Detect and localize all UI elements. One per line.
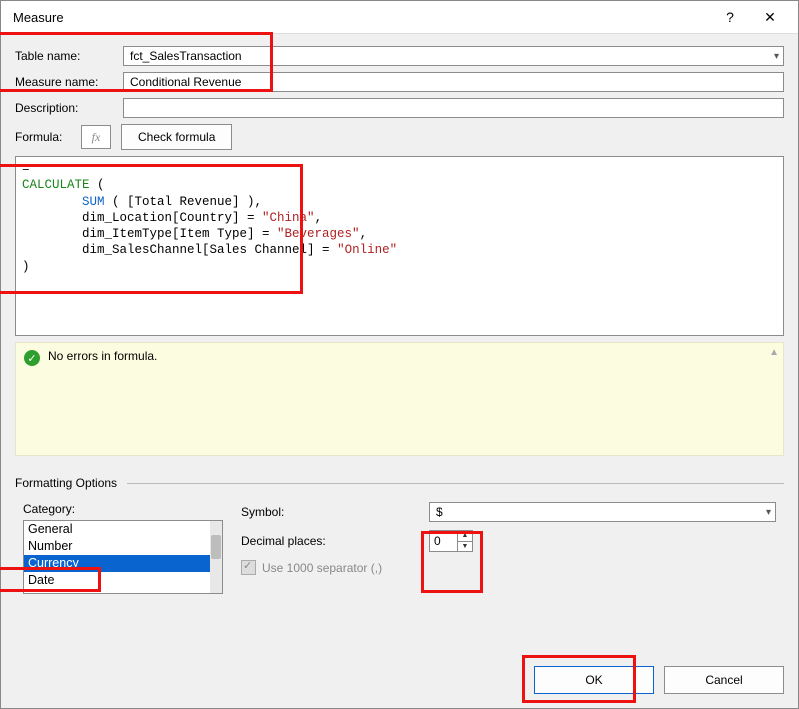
symbol-value: $ (436, 505, 443, 519)
divider (127, 483, 784, 484)
thousand-separator-label: Use 1000 separator (,) (262, 561, 382, 575)
decimal-row: Decimal places: 0 ▲ ▼ (241, 530, 776, 552)
category-column: Category: General Number Currency Date (23, 502, 223, 594)
validation-box: ✓ No errors in formula. ▲ (15, 342, 784, 456)
formatting-section-title: Formatting Options (15, 476, 117, 490)
table-name-value: fct_SalesTransaction (130, 49, 242, 63)
formula-editor[interactable]: = CALCULATE ( SUM ( [Total Revenue] ), d… (15, 156, 784, 336)
table-name-select[interactable]: fct_SalesTransaction ▾ (123, 46, 784, 66)
check-formula-button[interactable]: Check formula (121, 124, 232, 150)
close-button[interactable]: ✕ (750, 3, 790, 31)
spinner-up-icon[interactable]: ▲ (458, 531, 472, 542)
table-name-row: Table name: fct_SalesTransaction ▾ (15, 46, 784, 66)
scroll-up-icon[interactable]: ▲ (769, 347, 779, 358)
formatting-section: Formatting Options (15, 476, 784, 490)
measure-name-label: Measure name: (15, 75, 115, 89)
chevron-down-icon: ▾ (774, 51, 779, 62)
measure-name-row: Measure name: (15, 72, 784, 92)
dialog-body: Table name: fct_SalesTransaction ▾ Measu… (1, 34, 798, 646)
footer: OK Cancel (1, 666, 798, 708)
description-label: Description: (15, 101, 115, 115)
format-area: Category: General Number Currency Date S… (15, 502, 784, 594)
titlebar: Measure ? ✕ (1, 1, 798, 34)
category-item-currency[interactable]: Currency (24, 555, 222, 572)
decimal-spinner[interactable]: 0 ▲ ▼ (429, 530, 473, 552)
decimal-label: Decimal places: (241, 534, 421, 548)
measure-dialog: Measure ? ✕ Table name: fct_SalesTransac… (0, 0, 799, 709)
format-controls: Symbol: $ ▾ Decimal places: 0 ▲ ▼ (241, 502, 776, 594)
category-list[interactable]: General Number Currency Date (23, 520, 223, 594)
category-item-number[interactable]: Number (24, 538, 222, 555)
formula-label: Formula: (15, 130, 71, 144)
thousand-separator-checkbox (241, 560, 256, 575)
spinner-arrows[interactable]: ▲ ▼ (457, 531, 472, 551)
decimal-value: 0 (430, 531, 457, 551)
formula-header-row: Formula: fx Check formula (15, 124, 784, 150)
chevron-down-icon: ▾ (766, 507, 771, 518)
category-scrollbar[interactable] (210, 521, 222, 593)
symbol-select[interactable]: $ ▾ (429, 502, 776, 522)
help-button[interactable]: ? (710, 3, 750, 31)
window-title: Measure (9, 10, 710, 25)
category-item-general[interactable]: General (24, 521, 222, 538)
category-label: Category: (23, 502, 223, 516)
thousand-separator-row: Use 1000 separator (,) (241, 560, 776, 575)
category-item-date[interactable]: Date (24, 572, 222, 589)
cancel-button[interactable]: Cancel (664, 666, 784, 694)
fx-icon[interactable]: fx (81, 125, 111, 149)
description-input[interactable] (123, 98, 784, 118)
ok-button[interactable]: OK (534, 666, 654, 694)
spinner-down-icon[interactable]: ▼ (458, 542, 472, 552)
symbol-label: Symbol: (241, 505, 421, 519)
symbol-row: Symbol: $ ▾ (241, 502, 776, 522)
description-row: Description: (15, 98, 784, 118)
table-name-label: Table name: (15, 49, 115, 63)
measure-name-input[interactable] (123, 72, 784, 92)
check-icon: ✓ (24, 350, 40, 366)
validation-message: No errors in formula. (48, 349, 157, 363)
